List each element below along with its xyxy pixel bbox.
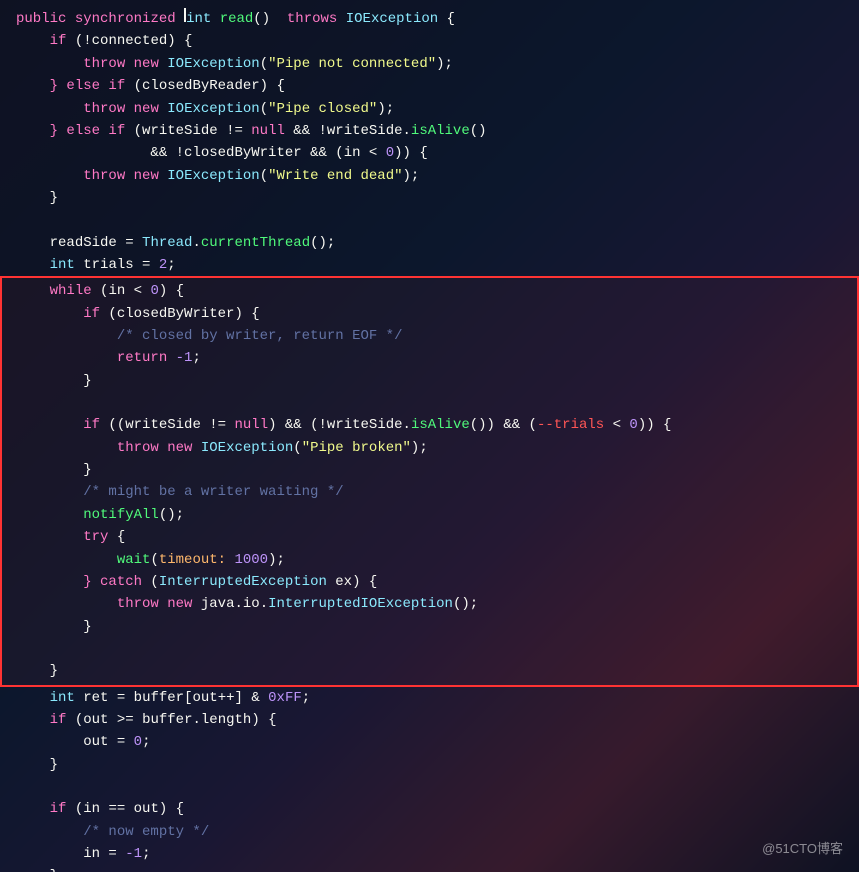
code-line: if (out >= buffer.length) { bbox=[0, 709, 859, 731]
code-line: } bbox=[2, 660, 857, 682]
code-line: } bbox=[0, 187, 859, 209]
code-line: /* closed by writer, return EOF */ bbox=[2, 325, 857, 347]
code-line: throw new java.io.InterruptedIOException… bbox=[2, 593, 857, 615]
code-line: if (closedByWriter) { bbox=[2, 303, 857, 325]
code-line: in = -1; bbox=[0, 843, 859, 865]
code-line: public synchronized int read() throws IO… bbox=[0, 8, 859, 30]
code-line: try { bbox=[2, 526, 857, 548]
watermark: @51CTO博客 bbox=[762, 839, 843, 860]
code-line: return -1; bbox=[2, 347, 857, 369]
code-line: if ((writeSide != null) && (!writeSide.i… bbox=[2, 414, 857, 436]
code-line: out = 0; bbox=[0, 731, 859, 753]
code-line: } bbox=[2, 370, 857, 392]
code-line: if (!connected) { bbox=[0, 30, 859, 52]
code-container: public synchronized int read() throws IO… bbox=[0, 0, 859, 872]
code-line: throw new IOException("Pipe closed"); bbox=[0, 98, 859, 120]
code-line: throw new IOException("Write end dead"); bbox=[0, 165, 859, 187]
code-line: int ret = buffer[out++] & 0xFF; bbox=[0, 687, 859, 709]
code-line: readSide = Thread.currentThread(); bbox=[0, 232, 859, 254]
code-line: notifyAll(); bbox=[2, 504, 857, 526]
code-line: if (in == out) { bbox=[0, 798, 859, 820]
code-line: } bbox=[2, 459, 857, 481]
code-line bbox=[0, 210, 859, 232]
code-line: throw new IOException("Pipe not connecte… bbox=[0, 53, 859, 75]
code-line: } bbox=[2, 616, 857, 638]
code-line: /* now empty */ bbox=[0, 821, 859, 843]
code-line: while (in < 0) { bbox=[2, 280, 857, 302]
code-line bbox=[0, 776, 859, 798]
code-line: && !closedByWriter && (in < 0)) { bbox=[0, 142, 859, 164]
code-line: /* might be a writer waiting */ bbox=[2, 481, 857, 503]
code-line bbox=[2, 638, 857, 660]
code-line bbox=[2, 392, 857, 414]
highlighted-code-block: while (in < 0) { if (closedByWriter) { /… bbox=[0, 276, 859, 686]
code-line: } bbox=[0, 865, 859, 872]
code-line: wait(timeout: 1000); bbox=[2, 549, 857, 571]
code-line: int trials = 2; bbox=[0, 254, 859, 276]
code-line: } bbox=[0, 754, 859, 776]
code-line: } else if (writeSide != null && !writeSi… bbox=[0, 120, 859, 142]
code-line: } catch (InterruptedException ex) { bbox=[2, 571, 857, 593]
code-line: throw new IOException("Pipe broken"); bbox=[2, 437, 857, 459]
code-line: } else if (closedByReader) { bbox=[0, 75, 859, 97]
